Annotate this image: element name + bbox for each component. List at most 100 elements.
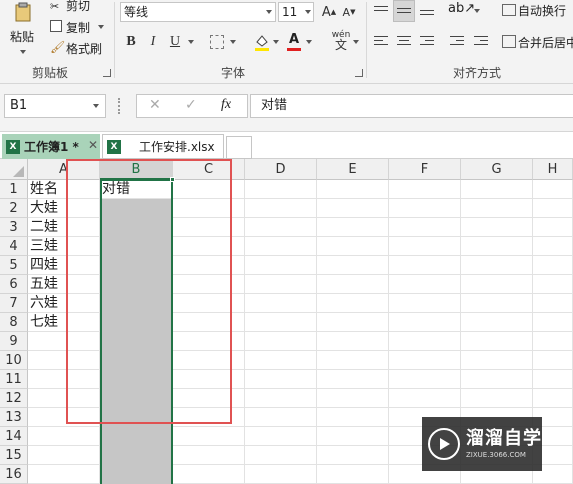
cell[interactable]	[100, 408, 173, 427]
cell[interactable]	[461, 218, 533, 237]
tab-work-schedule[interactable]: X 工作安排.xlsx	[102, 134, 224, 159]
column-header-h[interactable]: H	[533, 159, 573, 180]
cell[interactable]	[389, 256, 461, 275]
cell[interactable]	[100, 237, 173, 256]
align-middle-icon[interactable]	[393, 0, 415, 22]
row-header[interactable]: 5	[0, 256, 28, 275]
cell[interactable]	[317, 351, 389, 370]
italic-button[interactable]: I	[144, 32, 162, 52]
cell[interactable]	[461, 256, 533, 275]
name-box[interactable]: B1	[4, 94, 106, 118]
row-header[interactable]: 2	[0, 199, 28, 218]
insert-function-icon[interactable]: fx	[221, 97, 231, 113]
bold-button[interactable]: B	[122, 32, 140, 52]
cell[interactable]	[317, 180, 389, 199]
merge-center-button[interactable]: 合并后居中	[518, 34, 573, 51]
cell[interactable]	[245, 332, 317, 351]
cell[interactable]: 五娃	[28, 275, 100, 294]
cell[interactable]	[245, 465, 317, 484]
font-name-dropdown-icon[interactable]	[266, 10, 272, 14]
cell[interactable]	[100, 256, 173, 275]
merge-center-icon[interactable]	[502, 35, 516, 48]
cell[interactable]	[533, 332, 573, 351]
cell[interactable]: 六娃	[28, 294, 100, 313]
fill-color-dropdown-icon[interactable]	[273, 40, 279, 44]
cell[interactable]	[245, 389, 317, 408]
copy-button[interactable]: 复制	[66, 19, 90, 36]
column-header-g[interactable]: G	[461, 159, 533, 180]
cell[interactable]	[28, 389, 100, 408]
cell[interactable]: 七娃	[28, 313, 100, 332]
cell[interactable]	[317, 408, 389, 427]
row-header[interactable]: 16	[0, 465, 28, 484]
cell[interactable]	[533, 199, 573, 218]
cell[interactable]	[245, 275, 317, 294]
cell[interactable]	[317, 275, 389, 294]
row-header[interactable]: 12	[0, 389, 28, 408]
cell[interactable]	[461, 275, 533, 294]
align-bottom-icon[interactable]	[420, 4, 434, 16]
row-header[interactable]: 14	[0, 427, 28, 446]
cell[interactable]	[173, 446, 245, 465]
formula-input[interactable]: 对错	[250, 94, 573, 118]
cell[interactable]	[533, 218, 573, 237]
column-header-e[interactable]: E	[317, 159, 389, 180]
wrap-text-icon[interactable]	[502, 4, 516, 16]
row-header[interactable]: 4	[0, 237, 28, 256]
clipboard-launcher-icon[interactable]	[103, 69, 111, 77]
cell[interactable]	[533, 180, 573, 199]
fill-color-icon[interactable]	[254, 32, 270, 52]
paste-icon[interactable]	[14, 2, 32, 22]
increase-font-icon[interactable]: A ▲	[320, 2, 338, 22]
column-header-c[interactable]: C	[173, 159, 245, 180]
cell[interactable]	[317, 446, 389, 465]
cell[interactable]	[533, 237, 573, 256]
cell[interactable]	[28, 427, 100, 446]
align-top-icon[interactable]	[374, 4, 388, 16]
cell[interactable]	[28, 332, 100, 351]
cell[interactable]	[173, 199, 245, 218]
cell[interactable]: 四娃	[28, 256, 100, 275]
cell[interactable]	[389, 351, 461, 370]
cell[interactable]	[317, 465, 389, 484]
cut-button[interactable]: 剪切	[66, 0, 90, 14]
cell[interactable]	[245, 351, 317, 370]
cell[interactable]	[317, 237, 389, 256]
cell[interactable]	[245, 199, 317, 218]
cell[interactable]	[389, 313, 461, 332]
cell[interactable]	[173, 332, 245, 351]
decrease-indent-icon[interactable]	[450, 36, 464, 48]
cell[interactable]	[245, 446, 317, 465]
border-dropdown-icon[interactable]	[230, 40, 236, 44]
orientation-dropdown-icon[interactable]	[474, 9, 480, 13]
cell[interactable]	[173, 427, 245, 446]
cell[interactable]	[28, 446, 100, 465]
cell[interactable]	[317, 218, 389, 237]
cell[interactable]	[245, 180, 317, 199]
cell[interactable]	[173, 313, 245, 332]
row-header[interactable]: 7	[0, 294, 28, 313]
border-icon[interactable]	[210, 35, 224, 49]
cell[interactable]	[461, 351, 533, 370]
phonetic-button[interactable]: wén 文	[330, 30, 352, 51]
cell[interactable]	[100, 427, 173, 446]
copy-dropdown-icon[interactable]	[98, 25, 104, 29]
row-header[interactable]: 15	[0, 446, 28, 465]
enter-icon[interactable]: ✓	[185, 97, 197, 113]
cell[interactable]	[173, 351, 245, 370]
column-header-b[interactable]: B	[100, 159, 173, 180]
cell[interactable]	[389, 370, 461, 389]
cell[interactable]	[389, 237, 461, 256]
cell[interactable]	[100, 199, 173, 218]
row-header[interactable]: 10	[0, 351, 28, 370]
format-painter-icon[interactable]: 🖌	[50, 40, 65, 54]
cell[interactable]	[317, 370, 389, 389]
cell[interactable]	[461, 199, 533, 218]
new-tab-button[interactable]	[226, 136, 252, 159]
font-launcher-icon[interactable]	[355, 69, 363, 77]
cell[interactable]	[173, 465, 245, 484]
cell[interactable]	[100, 446, 173, 465]
format-painter-button[interactable]: 格式刷	[66, 40, 102, 57]
cell[interactable]	[245, 218, 317, 237]
underline-button[interactable]: U	[166, 32, 184, 52]
